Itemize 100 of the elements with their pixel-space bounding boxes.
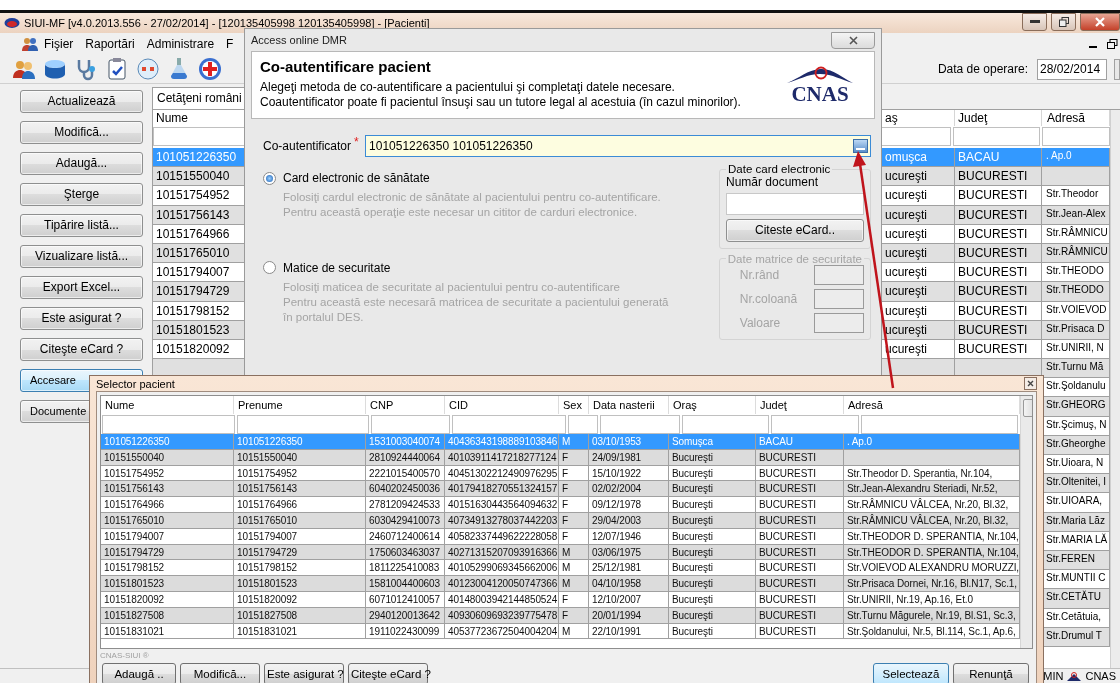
dialog-button[interactable]: Modifică... bbox=[180, 663, 260, 683]
filter-field[interactable] bbox=[953, 127, 1040, 146]
table-cell: 101051226350 bbox=[101, 434, 234, 450]
table-cell: Str.RÂMNICU VÂLCEA, Nr.20, Bl.32, bbox=[844, 513, 1021, 529]
side-button[interactable]: Actualizează bbox=[20, 90, 143, 113]
browse-button[interactable] bbox=[853, 139, 868, 153]
table-cell: 12/07/1946 bbox=[589, 528, 669, 545]
clipboard-check-icon[interactable] bbox=[105, 57, 129, 81]
filter-field[interactable] bbox=[153, 127, 246, 146]
brand-label: CNAS-SIUI ® bbox=[100, 651, 150, 660]
radio-button[interactable] bbox=[263, 261, 276, 274]
filter-field[interactable] bbox=[371, 415, 450, 434]
table-cell: 10151801523 bbox=[101, 576, 234, 592]
table-cell: M bbox=[559, 434, 589, 450]
column-header[interactable]: Sex bbox=[559, 396, 589, 414]
column-header[interactable]: Prenume bbox=[234, 396, 366, 414]
menu-item[interactable]: F bbox=[220, 37, 240, 51]
dialog-heading: Co-autentificare pacient bbox=[260, 58, 432, 75]
side-button[interactable]: Şterge bbox=[20, 183, 143, 206]
table-cell: Bucureşti bbox=[669, 449, 756, 466]
coauthenticator-field[interactable]: 101051226350 101051226350 bbox=[365, 135, 871, 157]
filter-field[interactable] bbox=[102, 415, 235, 434]
minimize-icon bbox=[1029, 20, 1040, 24]
table-cell: 40537723672504004204 bbox=[445, 623, 559, 640]
table-row[interactable]: 10151764966 10151764966 2781209424533 40151630443564094632 F 09/12/1978 Bucureşti BUCURESTI Str.RÂMNICU VÂLCEA, Nr.20, Bl.32, bbox=[101, 497, 1021, 513]
filter-field[interactable] bbox=[682, 415, 769, 434]
field-label: Nr.coloană bbox=[739, 291, 798, 306]
close-button[interactable] bbox=[1024, 377, 1037, 390]
cylinder-icon[interactable] bbox=[43, 57, 67, 81]
column-header[interactable]: CID bbox=[445, 396, 559, 414]
table-cell: BUCURESTI bbox=[955, 301, 1042, 321]
table-cell: 1581004400603 bbox=[366, 576, 445, 592]
table-cell: BUCURESTI bbox=[756, 497, 844, 513]
date-dropdown-button[interactable] bbox=[1114, 58, 1120, 80]
menu-item[interactable]: Raportări bbox=[79, 37, 141, 51]
table-cell: 24/09/1981 bbox=[589, 449, 669, 466]
filter-field[interactable] bbox=[452, 415, 566, 434]
filter-field[interactable] bbox=[568, 415, 598, 434]
table-cell: 101051226350 bbox=[234, 434, 366, 450]
filter-field[interactable] bbox=[861, 415, 1019, 434]
side-button[interactable]: Adaugă... bbox=[20, 152, 143, 175]
side-button[interactable]: Vizualizare listă... bbox=[20, 245, 143, 268]
close-button[interactable] bbox=[1080, 13, 1120, 31]
dialog-button[interactable]: Selectează bbox=[873, 663, 949, 683]
table-cell: Bucureşti bbox=[669, 576, 756, 592]
status-text: CNAS bbox=[1085, 670, 1116, 682]
side-button[interactable]: Tipărire listă... bbox=[20, 214, 143, 237]
filter-field[interactable] bbox=[237, 415, 369, 434]
table-cell: 03/10/1953 bbox=[589, 434, 669, 450]
mountain-logo-icon bbox=[1067, 671, 1082, 681]
radio-label[interactable]: Card electronic de sănătate bbox=[283, 171, 430, 185]
table-cell: 29/04/2003 bbox=[589, 513, 669, 529]
required-mark: * bbox=[353, 135, 360, 149]
group-title: Date card electronic bbox=[727, 163, 832, 175]
filter-field[interactable] bbox=[1042, 127, 1110, 146]
table-cell: 20/01/1994 bbox=[589, 607, 669, 624]
read-card-button[interactable]: Citeste eCard.. bbox=[726, 219, 864, 242]
column-header[interactable]: CNP bbox=[366, 396, 445, 414]
side-button[interactable]: Modifică... bbox=[20, 121, 143, 144]
table-cell: Bucureşti bbox=[669, 607, 756, 624]
column-header[interactable]: Nume bbox=[101, 396, 234, 414]
radio-label[interactable]: Matice de securitate bbox=[283, 260, 391, 275]
column-header[interactable]: Oraş bbox=[669, 396, 756, 414]
dialog-button[interactable]: Este asigurat ? bbox=[264, 663, 344, 683]
side-button[interactable]: Citeşte eCard ? bbox=[20, 338, 143, 361]
date-field[interactable]: 28/02/2014 bbox=[1037, 58, 1107, 80]
side-button[interactable]: Export Excel... bbox=[20, 276, 143, 299]
window-title: SIUI-MF [v4.0.2013.556 - 27/02/2014] - [120135405998 120135405998] - [Pacienti] bbox=[24, 17, 431, 29]
table-cell: BUCURESTI bbox=[756, 591, 844, 608]
document-number-field[interactable] bbox=[726, 193, 864, 215]
menu-item[interactable]: Administrare bbox=[140, 37, 221, 51]
table-row[interactable]: 10151801523 10151801523 1581004400603 40123004120050747366 M 04/10/1958 Bucureşti BUCURESTI Str.Prisaca Dornei, Nr.16, Bl.N17, Sc.1, bbox=[101, 576, 1021, 592]
table-row[interactable]: 10151798152 10151798152 1811225410083 40105299069345662006 M 25/12/1981 Bucureşti BUCURESTI Str.VOIEVOD ALEXANDRU MORUZZI, bbox=[101, 560, 1021, 577]
menu-item[interactable]: Fişier bbox=[16, 37, 80, 51]
table-cell: M bbox=[559, 623, 589, 640]
table-cell: 10151801523 bbox=[234, 576, 366, 592]
date-label: Data de operare: bbox=[937, 62, 1028, 76]
column-header[interactable]: Judeţ bbox=[955, 110, 1042, 126]
table-row[interactable]: 10151756143 10151756143 6040202450036 40179418270551324157 F 02/02/2004 Bucureşti BUCURESTI Str.Jean-Alexandru Steriadi, Nr.52, bbox=[101, 481, 1021, 498]
table-cell: 2810924440064 bbox=[366, 449, 445, 466]
scrollbar[interactable] bbox=[1020, 396, 1032, 648]
radio-button[interactable] bbox=[263, 171, 276, 185]
column-header[interactable]: Data nasterii bbox=[589, 396, 669, 414]
column-header[interactable]: Judeţ bbox=[756, 396, 844, 414]
restore-button[interactable] bbox=[1051, 13, 1076, 31]
intro-text: Alegeţi metoda de co-autentificare a pacientului şi completaţi datele necesare. bbox=[260, 80, 676, 94]
filter-field[interactable] bbox=[771, 415, 859, 434]
side-button[interactable]: Este asigurat ? bbox=[20, 307, 143, 330]
close-button[interactable] bbox=[831, 31, 875, 49]
dialog-button[interactable]: Adaugă .. bbox=[102, 663, 176, 683]
minimize-button[interactable] bbox=[1022, 13, 1047, 31]
cross-icon[interactable] bbox=[198, 57, 222, 81]
close-icon bbox=[1095, 17, 1105, 27]
description-text: Folosiţi cardul electronic de sănătate al pacientului pentru co-autentificare. bbox=[282, 190, 662, 205]
scrollbar[interactable] bbox=[1110, 110, 1120, 668]
dialog-button[interactable]: Renunţă bbox=[953, 663, 1029, 683]
table-cell: 1911022430099 bbox=[366, 623, 445, 640]
restore-icon[interactable] bbox=[1107, 39, 1118, 49]
filter-field[interactable] bbox=[600, 415, 680, 434]
table-cell: Bucureşti bbox=[669, 528, 756, 545]
